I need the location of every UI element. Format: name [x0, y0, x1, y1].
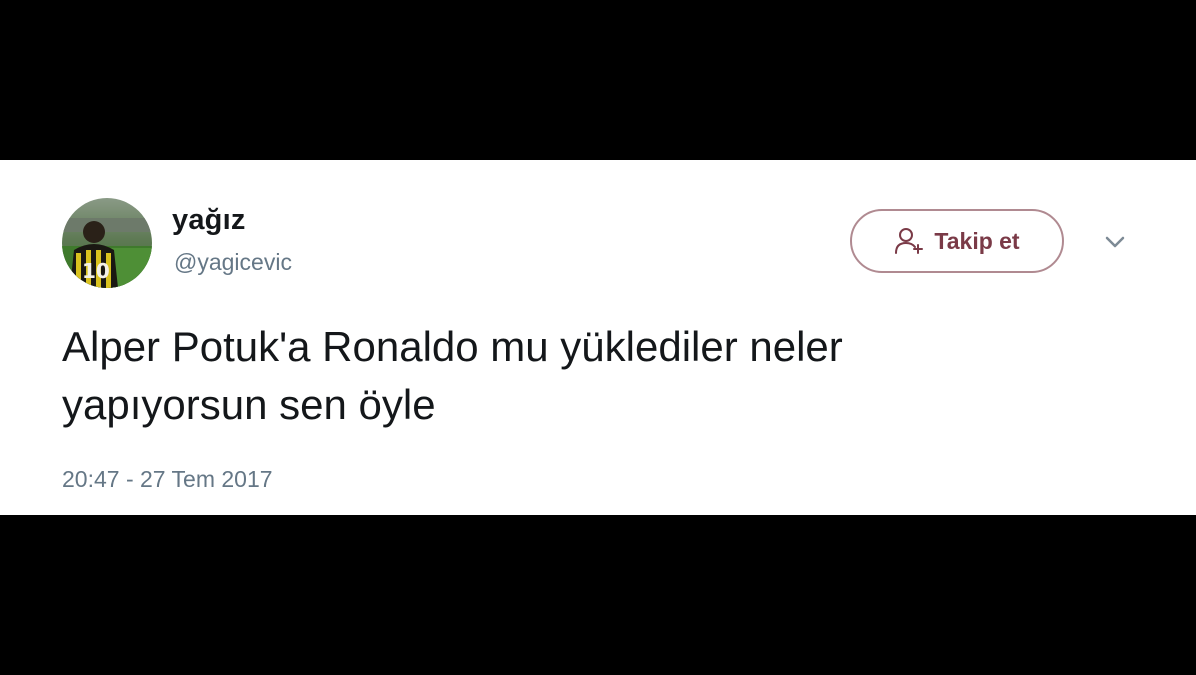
tweet-text-line-1: Alper Potuk'a Ronaldo mu yüklediler nele…: [62, 323, 843, 370]
avatar[interactable]: 10: [62, 198, 152, 288]
avatar-image: 10: [62, 198, 152, 288]
tweet-card: 10 yağız @yagicevic Takip et Alper Potuk…: [0, 160, 1196, 515]
chevron-down-icon[interactable]: [1103, 234, 1127, 250]
svg-text:10: 10: [82, 259, 110, 283]
letterbox-bottom: [0, 515, 1196, 675]
tweet-text-line-2: yapıyorsun sen öyle: [62, 381, 436, 428]
follow-button-label: Takip et: [934, 227, 1020, 254]
tweet-text: Alper Potuk'a Ronaldo mu yüklediler nele…: [62, 318, 1122, 434]
letterbox-top: [0, 0, 1196, 160]
tweet-timestamp[interactable]: 20:47 - 27 Tem 2017: [62, 466, 273, 493]
follow-button[interactable]: Takip et: [850, 209, 1064, 273]
author-display-name[interactable]: yağız: [172, 204, 246, 237]
add-user-icon: [895, 228, 924, 254]
author-handle[interactable]: @yagicevic: [174, 249, 292, 276]
